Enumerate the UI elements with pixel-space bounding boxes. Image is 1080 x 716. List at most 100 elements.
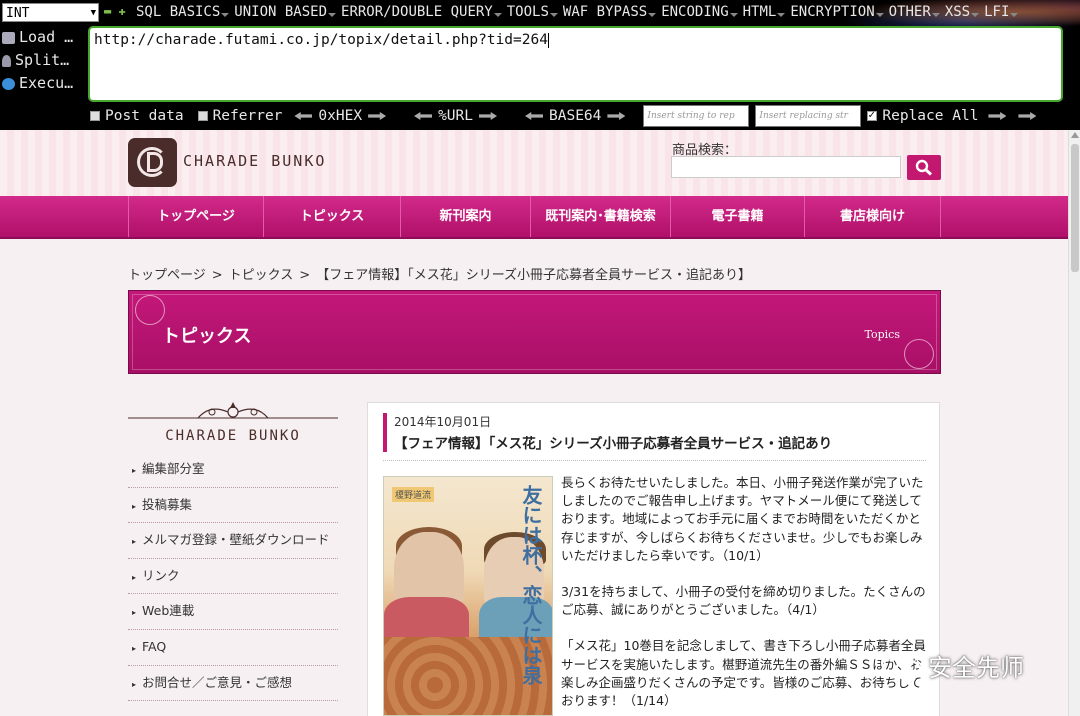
replace-apply-arrow-icon[interactable] — [1018, 112, 1037, 120]
split-url-button[interactable]: Split… — [2, 49, 73, 72]
menu-encoding[interactable]: ENCODING — [661, 4, 739, 20]
menu-error-double-query[interactable]: ERROR/DOUBLE QUERY — [341, 4, 502, 20]
sidebar-item-label: Web連載 — [142, 603, 195, 619]
chevron-down-icon: ▼ — [90, 8, 96, 18]
hex-encode-arrow-icon[interactable] — [368, 112, 387, 120]
article-paragraph: 3/31を持ちまして、小冊子の受付を締め切りました。たくさんのご応募、誠にありが… — [561, 584, 926, 618]
book-cover-image[interactable]: 榎野道流 友には杯、恋人には泉 — [383, 476, 553, 716]
site-logo-text[interactable]: CHARADE BUNKO — [183, 152, 326, 170]
sidebar-item-label: 投稿募集 — [142, 496, 193, 512]
menu-waf-bypass[interactable]: WAF BYPASS — [563, 4, 657, 20]
wechat-icon — [880, 650, 922, 681]
load-icon — [2, 31, 15, 44]
topics-banner: トピックス Topics — [128, 290, 941, 374]
search-input[interactable] — [671, 156, 901, 178]
sidebar-item-editorial[interactable]: ▸ 編集部分室 — [128, 452, 338, 488]
execute-icon — [2, 77, 15, 90]
hackbar-actions: Load … Split… Execu… — [2, 26, 73, 95]
scroll-up-icon[interactable] — [1071, 132, 1079, 138]
menu-lfi[interactable]: LFI — [984, 4, 1019, 20]
breadcrumb: トップページ > トピックス > 【フェア情報】「メス花」シリーズ小冊子応募者全員サービ… — [128, 268, 752, 283]
breadcrumb-current: 【フェア情報】「メス花」シリーズ小冊子応募者全員サービス・追記あり】 — [316, 268, 752, 283]
site-logo-icon[interactable] — [128, 138, 177, 187]
nav-for-bookstores[interactable]: 書店様向け — [805, 196, 941, 237]
base64-encode-arrow-icon[interactable] — [607, 112, 626, 120]
menu-encryption[interactable]: ENCRYPTION — [790, 4, 884, 20]
execute-button[interactable]: Execu… — [2, 72, 73, 95]
load-url-button[interactable]: Load … — [2, 26, 73, 49]
breadcrumb-top[interactable]: トップページ — [128, 268, 206, 283]
sidebar-item-newsletter[interactable]: ▸ メルマガ登録・壁紙ダウンロード — [128, 523, 338, 559]
url-value: http://charade.futami.co.jp/topix/detail… — [94, 32, 548, 48]
page-scrollbar[interactable] — [1068, 130, 1080, 716]
referrer-label: Referrer — [212, 108, 283, 124]
load-label: Load … — [19, 28, 74, 46]
post-data-label: Post data — [105, 108, 184, 124]
replace-all-label: Replace All — [882, 108, 979, 124]
post-data-checkbox[interactable] — [90, 111, 100, 121]
url-textarea[interactable]: http://charade.futami.co.jp/topix/detail… — [88, 26, 1063, 102]
article-paragraph: 長らくお待たせいたしました。本日、小冊子発送作業が完了いたしましたのでご報告申し… — [561, 475, 924, 563]
injection-type-value: INT — [6, 6, 30, 21]
injection-type-select[interactable]: INT ▼ — [2, 3, 99, 22]
ornament-divider-icon — [128, 402, 338, 419]
hex-decode-arrow-icon[interactable] — [294, 112, 313, 120]
base64-decode-arrow-icon[interactable] — [525, 112, 543, 120]
cover-author: 榎野道流 — [392, 487, 435, 502]
divider — [383, 460, 926, 461]
sidebar-item-label: メルマガ登録・壁紙ダウンロード — [142, 532, 330, 548]
breadcrumb-topics[interactable]: トピックス — [229, 268, 294, 283]
article: 2014年10月01日 【フェア情報】「メス花」シリーズ小冊子応募者全員サービス… — [367, 402, 940, 716]
menu-xss[interactable]: XSS — [945, 4, 980, 20]
scrollbar-thumb[interactable] — [1071, 144, 1079, 272]
referrer-checkbox[interactable] — [197, 111, 208, 121]
ornament-icon — [904, 339, 934, 369]
menu-sql-basics[interactable]: SQL BASICS — [136, 4, 230, 20]
nav-top-page[interactable]: トップページ — [128, 196, 264, 237]
bullet-icon: ▸ — [132, 643, 137, 653]
page-title-en: Topics — [864, 328, 900, 341]
sidebar-item-faq[interactable]: ▸ FAQ — [128, 630, 338, 666]
replace-all-checkbox[interactable] — [867, 108, 878, 121]
replace-string-input[interactable]: Insert replacing str — [755, 105, 862, 127]
bullet-icon: ▸ — [132, 608, 137, 618]
hackbar-toolbar: INT ▼ ▬ ✚ SQL BASICS UNION BASED ERROR/D… — [0, 0, 1080, 130]
split-icon — [2, 54, 11, 67]
url-decode-arrow-icon[interactable] — [414, 112, 433, 120]
text-caret — [547, 32, 549, 48]
search-button[interactable] — [907, 155, 941, 180]
menu-other[interactable]: OTHER — [889, 4, 940, 20]
sidebar-item-contact[interactable]: ▸ お問合せ／ご意見・ご感想 — [128, 666, 338, 702]
insert-string-input[interactable]: Insert string to rep — [643, 105, 750, 127]
execute-label: Execu… — [19, 74, 74, 92]
article-title: 【フェア情報】「メス花」シリーズ小冊子応募者全員サービス・追記あり — [394, 436, 833, 452]
menu-union-based[interactable]: UNION BASED — [234, 4, 336, 20]
bullet-icon: ▸ — [132, 537, 137, 547]
menu-html[interactable]: HTML — [743, 4, 785, 20]
sidebar-item-web-serial[interactable]: ▸ Web連載 — [128, 594, 338, 630]
sidebar-item-submissions[interactable]: ▸ 投稿募集 — [128, 488, 338, 524]
url-encode-arrow-icon[interactable] — [479, 112, 497, 120]
nav-new-releases[interactable]: 新刊案内 — [401, 196, 531, 237]
base64-label: BASE64 — [549, 108, 602, 124]
nav-backlist-search[interactable]: 既刊案内･書籍検索 — [531, 196, 671, 237]
ornament-icon — [135, 295, 165, 325]
cover-title: 友には杯、恋人には泉 — [519, 485, 543, 685]
bullet-icon: ▸ — [132, 501, 137, 511]
hackbar-options: Post data Referrer 0xHEX %URL BASE64 Ins… — [90, 104, 1080, 128]
hex-label: 0xHEX — [318, 108, 363, 124]
bullet-icon: ▸ — [132, 572, 137, 582]
sidebar-item-label: FAQ — [142, 638, 167, 654]
web-page: CHARADE BUNKO 商品検索： トップページ トピックス 新刊案内 既刊… — [0, 130, 1068, 716]
sidebar-item-label: リンク — [142, 567, 180, 583]
nav-ebooks[interactable]: 電子書籍 — [671, 196, 805, 237]
article-paragraph: 「メス花」10巻目を記念しまして、書き下ろし小冊子応募者全員サービスを実施いたし… — [561, 638, 926, 709]
toolbar-handle-icon: ▬ ✚ — [104, 4, 126, 18]
bullet-icon: ▸ — [132, 679, 137, 689]
menu-tools[interactable]: TOOLS — [507, 4, 559, 20]
nav-topics[interactable]: トピックス — [264, 196, 401, 237]
sidebar-item-label: お問合せ／ご意見・ご感想 — [142, 674, 293, 690]
replace-right-arrow-icon[interactable] — [988, 112, 1007, 120]
bullet-icon: ▸ — [132, 466, 137, 475]
sidebar-item-links[interactable]: ▸ リンク — [128, 559, 338, 595]
